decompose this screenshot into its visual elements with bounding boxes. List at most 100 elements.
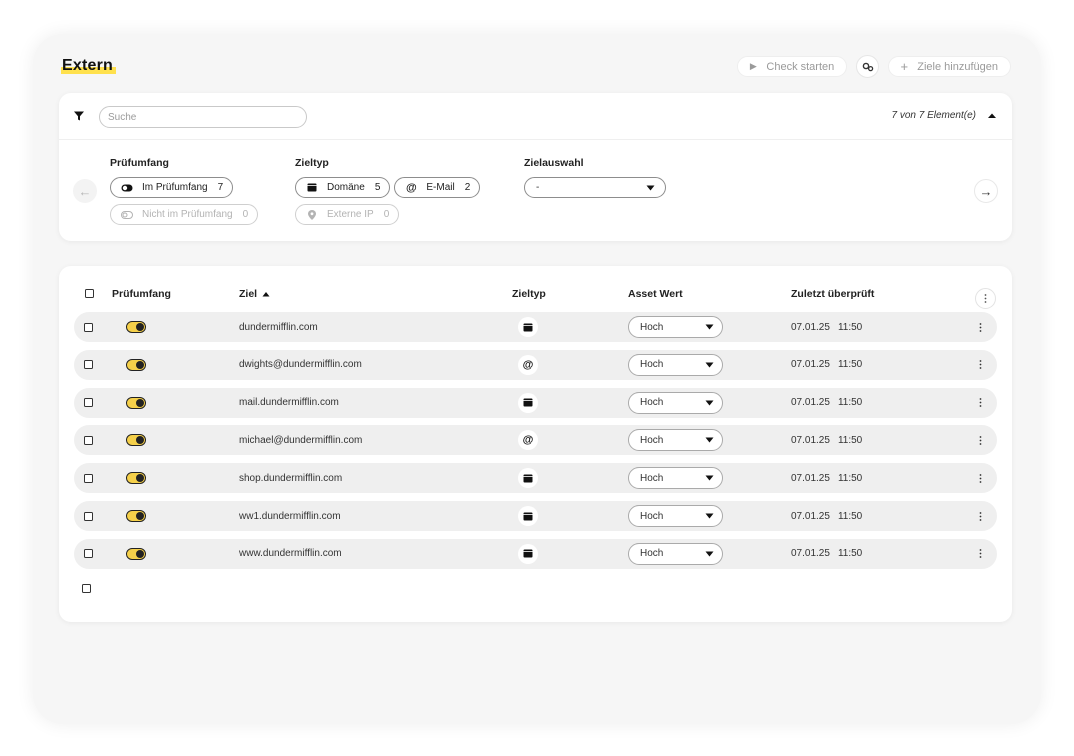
scope-toggle[interactable] — [126, 321, 146, 333]
row-menu-button[interactable] — [974, 471, 986, 485]
scope-toggle[interactable] — [126, 434, 146, 447]
chip-external-ip[interactable]: Externe IP 0 — [295, 204, 400, 225]
table-row[interactable]: dwights@dundermifflin.com @ Hoch 07.01.25 11… — [74, 349, 997, 380]
row-menu-button[interactable] — [974, 396, 986, 410]
scope-toggle[interactable] — [126, 358, 146, 371]
more-vertical-icon — [979, 360, 981, 370]
add-targets-label: Ziele hinzufügen — [917, 60, 998, 73]
collapse-filter-icon[interactable] — [986, 110, 998, 122]
caret-down-icon — [705, 400, 714, 406]
add-targets-button[interactable]: + Ziele hinzufügen — [888, 56, 1011, 77]
row-date: 07.01.25 — [791, 397, 830, 409]
column-options-button[interactable] — [975, 288, 996, 309]
row-checkbox[interactable] — [84, 549, 93, 559]
domain-icon — [523, 549, 533, 558]
app-frame: Extern ▶ Check starten + Ziele hinzufüge… — [33, 34, 1041, 724]
row-last-checked: 07.01.25 11:50 — [791, 425, 862, 455]
chip-email[interactable]: @ E-Mail 2 — [394, 177, 481, 198]
asset-value-dropdown[interactable]: Hoch — [628, 505, 723, 527]
target-type-filter-group: Zieltyp Domäne 5 @ E-Mail 2 Externe IP 0 — [295, 157, 481, 231]
row-type-badge — [518, 506, 538, 526]
target-selection-dropdown[interactable]: - — [524, 177, 666, 198]
row-target: shop.dundermifflin.com — [239, 472, 343, 484]
col-header-checked: Zuletzt überprüft — [791, 288, 875, 300]
domain-icon — [306, 183, 318, 192]
caret-down-icon — [705, 437, 714, 443]
asset-value: Hoch — [640, 397, 664, 409]
chip-domain[interactable]: Domäne 5 — [295, 177, 391, 198]
row-type-badge: @ — [518, 354, 538, 375]
scope-toggle[interactable] — [126, 396, 146, 409]
row-type-badge — [518, 468, 538, 489]
filter-icon[interactable] — [74, 111, 84, 121]
row-checkbox[interactable] — [84, 322, 93, 332]
table-row[interactable]: www.dundermifflin.com Hoch 07.01.25 11:50 — [74, 538, 997, 569]
col-header-scope: Prüfumfang — [112, 288, 171, 300]
asset-value-dropdown[interactable]: Hoch — [628, 429, 723, 452]
row-checkbox[interactable] — [84, 398, 93, 408]
more-vertical-icon — [979, 511, 981, 521]
asset-value-dropdown[interactable]: Hoch — [628, 467, 723, 490]
scroll-right-button[interactable]: → — [974, 179, 998, 203]
settings-button[interactable] — [856, 55, 880, 78]
row-type-badge — [518, 317, 538, 337]
row-menu-button[interactable] — [974, 547, 986, 561]
domain-icon — [523, 474, 533, 483]
row-time: 11:50 — [837, 321, 863, 333]
table-row[interactable]: ww1.dundermifflin.com Hoch 07.01.25 11:50 — [74, 501, 997, 531]
col-header-type: Zieltyp — [512, 288, 546, 300]
targets-table: Prüfumfang Ziel Zieltyp Asset Wert Zulet… — [59, 266, 1012, 622]
row-checkbox[interactable] — [84, 511, 93, 521]
scroll-left-button[interactable]: ← — [73, 179, 97, 203]
caret-down-icon — [705, 324, 714, 330]
caret-down-icon — [705, 513, 714, 519]
chip-domain-label: Domäne — [327, 182, 365, 193]
table-row[interactable]: mail.dundermifflin.com Hoch 07.01.25 11:50 — [74, 387, 997, 418]
caret-down-icon — [705, 475, 714, 481]
chip-out-of-scope-label: Nicht im Prüfumfang — [142, 209, 233, 220]
row-date: 07.01.25 — [791, 321, 830, 333]
top-actions: ▶ Check starten + Ziele hinzufügen — [737, 55, 1011, 78]
row-checkbox[interactable] — [84, 360, 93, 370]
row-last-checked: 07.01.25 11:50 — [791, 501, 862, 531]
chip-out-of-scope-count: 0 — [242, 209, 249, 220]
row-menu-button[interactable] — [974, 509, 986, 523]
target-selection-filter-group: Zielauswahl - — [524, 157, 666, 198]
select-all-checkbox[interactable] — [85, 289, 94, 298]
scope-toggle[interactable] — [126, 472, 146, 485]
row-last-checked: 07.01.25 11:50 — [791, 388, 862, 418]
search-input[interactable] — [99, 106, 307, 128]
row-last-checked: 07.01.25 11:50 — [791, 463, 862, 493]
asset-value-dropdown[interactable]: Hoch — [628, 391, 723, 414]
chip-out-of-scope[interactable]: Nicht im Prüfumfang 0 — [110, 204, 259, 225]
row-checkbox[interactable] — [84, 435, 93, 445]
table-row[interactable]: michael@dundermifflin.com @ Hoch 07.01.25 11… — [74, 425, 997, 456]
footer-checkbox[interactable] — [82, 584, 91, 593]
scope-toggle[interactable] — [126, 547, 146, 560]
scope-toggle[interactable] — [126, 510, 146, 522]
row-checkbox[interactable] — [84, 473, 93, 483]
col-header-target[interactable]: Ziel — [239, 288, 270, 300]
asset-value-dropdown[interactable]: Hoch — [628, 542, 723, 565]
more-vertical-icon — [979, 398, 981, 407]
row-menu-button[interactable] — [974, 433, 986, 447]
row-menu-button[interactable] — [974, 358, 986, 372]
chip-in-scope[interactable]: Im Prüfumfang 7 — [110, 177, 234, 198]
row-date: 07.01.25 — [791, 359, 830, 371]
check-start-button[interactable]: ▶ Check starten — [737, 56, 848, 77]
asset-value-dropdown[interactable]: Hoch — [628, 316, 723, 338]
table-row[interactable]: shop.dundermifflin.com Hoch 07.01.25 11:50 — [74, 463, 997, 494]
table-row[interactable]: dundermifflin.com Hoch 07.01.25 11:50 — [74, 312, 997, 342]
play-icon: ▶ — [749, 61, 757, 71]
more-vertical-icon — [979, 473, 981, 483]
chip-email-count: 2 — [464, 182, 471, 193]
col-header-asset: Asset Wert — [628, 288, 683, 300]
caret-down-icon — [705, 551, 714, 557]
row-time: 11:50 — [837, 548, 863, 560]
item-count: 7 von 7 Element(e) — [891, 110, 977, 121]
row-time: 11:50 — [837, 510, 863, 522]
asset-value-dropdown[interactable]: Hoch — [628, 353, 723, 376]
row-menu-button[interactable] — [974, 320, 986, 334]
scope-filter-group: Prüfumfang Im Prüfumfang 7 Nicht im Prüf… — [110, 157, 259, 231]
at-icon: @ — [522, 358, 534, 371]
